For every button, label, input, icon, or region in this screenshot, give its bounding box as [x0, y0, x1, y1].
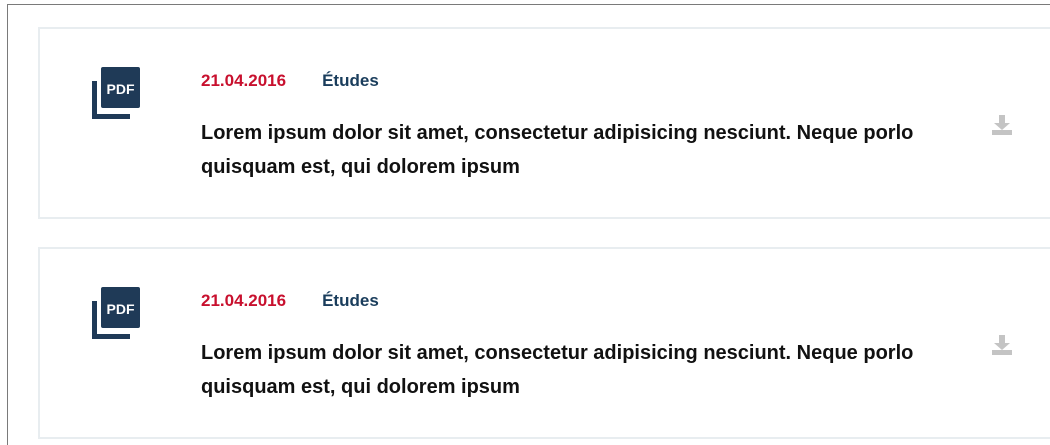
document-date: 21.04.2016 [201, 291, 287, 310]
document-date: 21.04.2016 [201, 71, 287, 90]
pdf-file-icon: PDF [88, 287, 140, 339]
document-meta: 21.04.2016 Études [201, 289, 379, 313]
document-item[interactable]: PDF 21.04.2016 Études Lorem ipsum dolor s… [38, 27, 1050, 219]
document-meta: 21.04.2016 Études [201, 69, 379, 93]
document-category[interactable]: Études [322, 289, 379, 313]
document-title[interactable]: Lorem ipsum dolor sit amet, consectetur … [201, 116, 941, 184]
document-title[interactable]: Lorem ipsum dolor sit amet, consectetur … [201, 336, 941, 404]
document-category[interactable]: Études [322, 69, 379, 93]
pdf-file-icon: PDF [88, 67, 140, 119]
document-item[interactable]: PDF 21.04.2016 Études Lorem ipsum dolor s… [38, 247, 1050, 439]
document-list: PDF 21.04.2016 Études Lorem ipsum dolor s… [7, 4, 1050, 445]
pdf-icon-label: PDF [107, 81, 135, 97]
pdf-icon-label: PDF [107, 301, 135, 317]
download-icon[interactable] [991, 334, 1013, 356]
download-icon[interactable] [991, 114, 1013, 136]
